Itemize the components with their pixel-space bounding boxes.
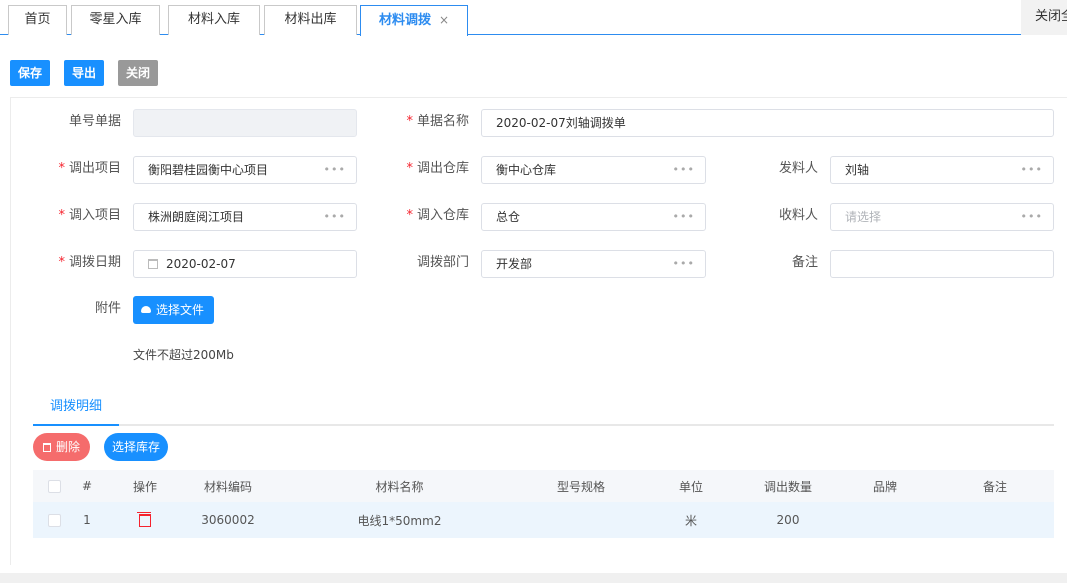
ellipsis-icon: ••• [323, 163, 346, 176]
out-project-select[interactable]: 衡阳碧桂园衡中心项目 ••• [133, 156, 357, 184]
doc-name-label: * 单据名称 [406, 114, 469, 129]
column-header: 备注 [982, 479, 1007, 494]
bottom-scrollbar[interactable] [0, 573, 1067, 583]
row-name: 电线1*50mm2 [357, 513, 442, 528]
tab-material-outbound[interactable]: 材料出库 [264, 5, 357, 35]
select-file-button[interactable]: 选择文件 [133, 296, 214, 324]
column-header: 材料名称 [375, 479, 424, 494]
save-button[interactable]: 保存 [10, 60, 50, 86]
dept-select[interactable]: 开发部 ••• [481, 250, 706, 278]
sender-select[interactable]: 刘轴 ••• [830, 156, 1054, 184]
export-button[interactable]: 导出 [64, 60, 104, 86]
out-warehouse-label: * 调出仓库 [406, 161, 469, 176]
column-header: 材料编码 [203, 479, 252, 494]
remark-input[interactable] [830, 250, 1054, 278]
ellipsis-icon: ••• [323, 210, 346, 223]
date-label: * 调拨日期 [58, 255, 121, 270]
column-header: 品牌 [872, 479, 897, 494]
delete-button[interactable]: 删除 [33, 433, 90, 461]
close-all-button[interactable]: 关闭全 [1021, 0, 1067, 35]
table-row[interactable]: 1 3060002 电线1*50mm2 米 200 [33, 502, 1054, 538]
row-checkbox[interactable] [43, 502, 65, 538]
calendar-icon [148, 259, 158, 269]
sender-label: 发料人 [778, 161, 818, 176]
row-spec [533, 502, 629, 538]
date-picker[interactable]: 2020-02-07 [133, 250, 357, 278]
in-warehouse-select[interactable]: 总仓 ••• [481, 203, 706, 231]
trash-icon [42, 443, 51, 452]
row-qty[interactable]: 200 [753, 502, 823, 538]
row-delete-button[interactable] [123, 502, 167, 538]
dept-label: 调拨部门 [416, 255, 469, 270]
tab-bar: 首页 零星入库 材料入库 材料出库 材料调拨 × 关闭全 [0, 0, 1067, 36]
ellipsis-icon: ••• [1020, 163, 1043, 176]
doc-name-input[interactable]: 2020-02-07刘轴调拨单 [481, 109, 1054, 137]
close-button[interactable]: 关闭 [118, 60, 158, 86]
in-project-label: * 调入项目 [58, 208, 121, 223]
table-header: # 操作 材料编码 材料名称 型号规格 单位 调出数量 品牌 备注 [33, 470, 1054, 502]
ellipsis-icon: ••• [1020, 210, 1043, 223]
row-brand [863, 502, 907, 538]
tab-material-transfer[interactable]: 材料调拨 × [360, 5, 468, 36]
attachment-label: 附件 [94, 301, 121, 316]
upload-hint: 文件不超过200Mb [133, 348, 234, 362]
in-warehouse-label: * 调入仓库 [406, 208, 469, 223]
select-all-checkbox[interactable] [43, 470, 65, 502]
receiver-select[interactable]: 请选择 ••• [830, 203, 1054, 231]
ellipsis-icon: ••• [672, 257, 695, 270]
row-unit: 米 [684, 513, 697, 528]
row-index: 1 [83, 513, 91, 527]
tab-material-inbound[interactable]: 材料入库 [168, 5, 260, 35]
in-project-select[interactable]: 株洲朗庭阅江项目 ••• [133, 203, 357, 231]
row-remark [973, 502, 1017, 538]
out-project-label: * 调出项目 [58, 161, 121, 176]
tab-home[interactable]: 首页 [8, 5, 67, 35]
ellipsis-icon: ••• [672, 210, 695, 223]
doc-no-label: 单号单据 [68, 114, 121, 129]
tab-label: 材料调拨 [378, 13, 431, 28]
doc-no-field [133, 109, 357, 137]
cloud-upload-icon [141, 306, 151, 313]
column-header: 调出数量 [763, 479, 812, 494]
checkbox-icon [47, 513, 61, 527]
remark-label: 备注 [791, 255, 818, 270]
column-header: 单位 [678, 479, 703, 494]
column-header: # [81, 479, 93, 493]
out-warehouse-select[interactable]: 衡中心仓库 ••• [481, 156, 706, 184]
trash-icon [137, 511, 151, 527]
checkbox-icon [47, 479, 61, 493]
tab-sporadic-inbound[interactable]: 零星入库 [71, 5, 160, 35]
receiver-label: 收料人 [778, 208, 818, 223]
detail-tab-divider [33, 424, 1054, 426]
column-header: 操作 [132, 479, 157, 494]
tab-transfer-detail[interactable]: 调拨明细 [33, 392, 119, 426]
ellipsis-icon: ••• [672, 163, 695, 176]
row-code: 3060002 [201, 513, 255, 527]
column-header: 型号规格 [556, 479, 605, 494]
close-icon[interactable]: × [439, 13, 449, 27]
select-stock-button[interactable]: 选择库存 [104, 433, 168, 461]
